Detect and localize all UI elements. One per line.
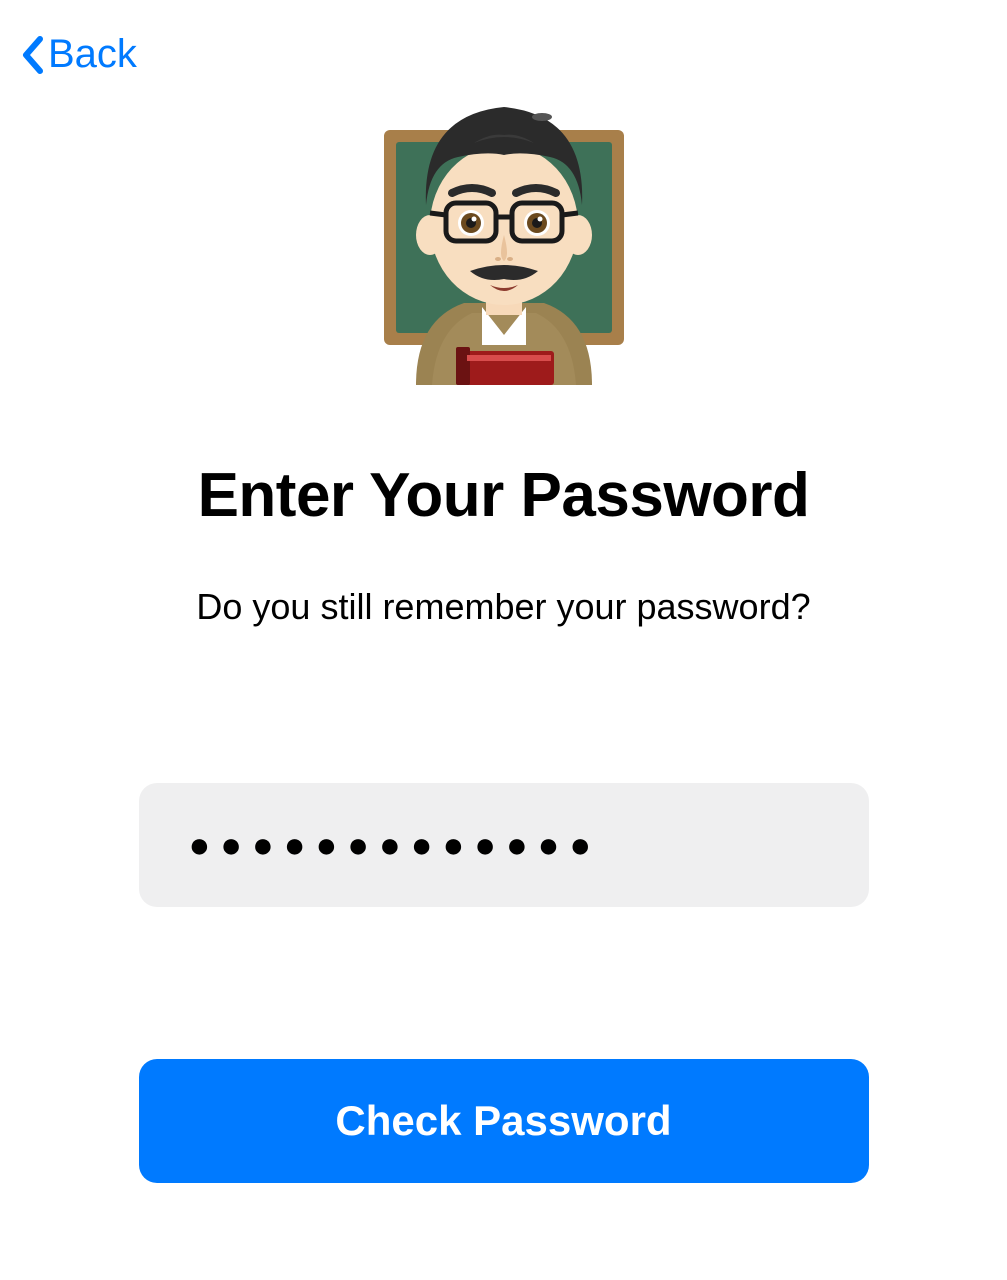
check-password-button[interactable]: Check Password xyxy=(139,1059,869,1183)
teacher-avatar-icon xyxy=(354,85,654,385)
password-input[interactable]: ●●●●●●●●●●●●● xyxy=(139,783,869,907)
password-mask: ●●●●●●●●●●●●● xyxy=(189,824,602,866)
page-subtitle: Do you still remember your password? xyxy=(196,586,810,628)
back-button[interactable]: Back xyxy=(20,32,137,77)
page-title: Enter Your Password xyxy=(198,460,810,531)
main-content: Enter Your Password Do you still remembe… xyxy=(0,0,1007,1183)
back-label: Back xyxy=(48,32,137,77)
chevron-left-icon xyxy=(20,35,44,75)
